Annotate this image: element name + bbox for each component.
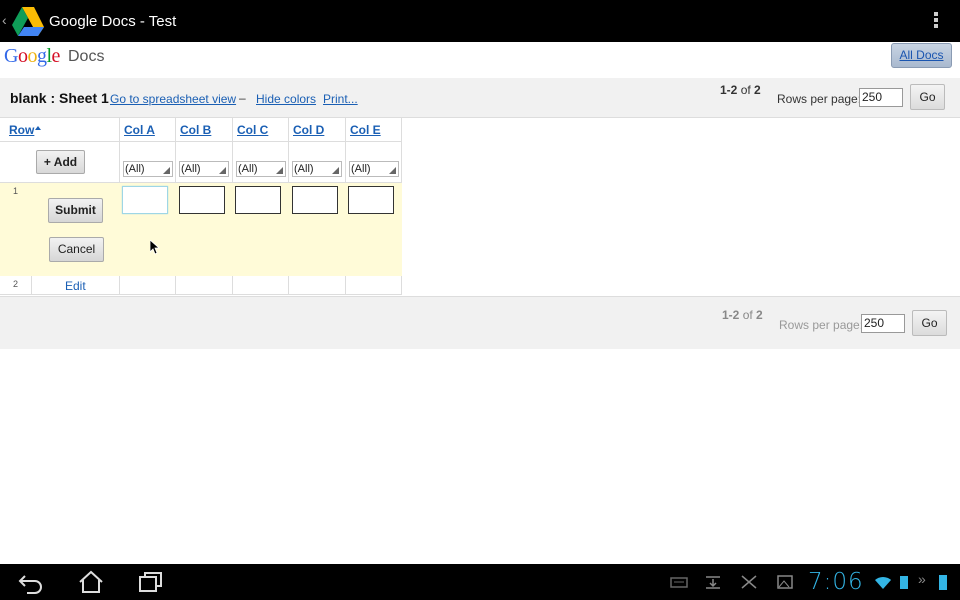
filter-cell-b: (All)	[176, 142, 233, 183]
filter-value-d: (All)	[294, 163, 314, 175]
column-header-b: Col B	[176, 118, 233, 142]
rows-per-page-input[interactable]: 250	[861, 314, 905, 333]
go-button[interactable]: Go	[910, 84, 945, 110]
pager-range: 1-2	[722, 308, 740, 322]
spreadsheet-view-link[interactable]: Go to spreadsheet view	[110, 92, 236, 106]
sheet-title: blank : Sheet 1	[10, 90, 109, 106]
pager-count: 1-2 of 2	[720, 83, 761, 97]
submit-button[interactable]: Submit	[48, 198, 103, 223]
pager-total: 2	[754, 83, 761, 97]
column-header-c: Col C	[233, 118, 289, 142]
col-e-link[interactable]: Col E	[350, 123, 381, 137]
sort-ascending-icon	[35, 126, 41, 130]
google-logo: Google	[4, 45, 60, 67]
table-row: 2 Edit	[0, 276, 402, 295]
cell-d	[289, 276, 346, 295]
filter-select-c[interactable]: (All)	[236, 161, 286, 177]
recent-apps-icon[interactable]	[137, 570, 165, 594]
row-header-cell: Row	[0, 118, 120, 142]
cell-b	[176, 276, 233, 295]
pager-total: 2	[756, 308, 763, 322]
cell-a	[120, 276, 176, 295]
all-docs-label[interactable]: All Docs	[899, 48, 943, 62]
rows-per-page-label: Rows per page:	[779, 318, 864, 332]
column-header-a: Col A	[120, 118, 176, 142]
filter-select-e[interactable]: (All)	[349, 161, 399, 177]
action-bar: ‹ Google Docs - Test	[0, 0, 960, 42]
col-c-input[interactable]	[235, 186, 281, 214]
dropdown-triangle-icon	[219, 167, 226, 174]
battery-charging-icon	[900, 576, 908, 589]
rows-per-page-label: Rows per page:	[777, 92, 862, 106]
filter-select-a[interactable]: (All)	[123, 161, 173, 177]
filter-value-e: (All)	[351, 163, 371, 175]
go-button[interactable]: Go	[912, 310, 947, 336]
edit-link[interactable]: Edit	[65, 279, 86, 293]
edit-cell: Edit	[32, 276, 120, 295]
home-icon[interactable]	[77, 570, 105, 594]
back-caret-icon[interactable]: ‹	[2, 12, 7, 28]
column-header-e: Col E	[346, 118, 402, 142]
filter-cell-d: (All)	[289, 142, 346, 183]
print-link[interactable]: Print...	[323, 92, 358, 106]
sheet-toolbar: blank : Sheet 1 Go to spreadsheet view –…	[0, 78, 960, 118]
google-drive-icon[interactable]	[11, 5, 45, 37]
keyboard-icon	[670, 577, 688, 588]
hide-colors-link[interactable]: Hide colors	[256, 92, 316, 106]
pager-of: of	[742, 308, 753, 322]
filter-value-b: (All)	[181, 163, 201, 175]
docs-header: Google Docs All Docs	[0, 42, 960, 78]
dropdown-triangle-icon	[276, 167, 283, 174]
row-sort-link[interactable]: Row	[9, 123, 34, 137]
dropdown-triangle-icon	[332, 167, 339, 174]
pager-count: 1-2 of 2	[722, 308, 763, 322]
col-a-input[interactable]	[122, 186, 168, 214]
pager-range: 1-2	[720, 83, 738, 97]
bottom-pager: 1-2 of 2 Rows per page: 250 Go	[0, 296, 960, 349]
docs-logo-text: Docs	[68, 48, 105, 65]
image-icon	[777, 575, 793, 589]
col-a-link[interactable]: Col A	[124, 123, 155, 137]
all-docs-button[interactable]: All Docs	[891, 43, 952, 68]
col-d-link[interactable]: Col D	[293, 123, 324, 137]
pager-of: of	[740, 83, 751, 97]
col-b-link[interactable]: Col B	[180, 123, 211, 137]
dropdown-triangle-icon	[163, 167, 170, 174]
filter-cell-a: (All)	[120, 142, 176, 183]
filter-select-b[interactable]: (All)	[179, 161, 229, 177]
battery-icon	[939, 575, 947, 590]
app-title: Google Docs - Test	[49, 13, 177, 30]
download-icon	[706, 576, 720, 589]
col-b-input[interactable]	[179, 186, 225, 214]
usb-debug-icon	[741, 575, 757, 589]
editing-row: 1 Submit Cancel	[0, 183, 402, 276]
dropdown-triangle-icon	[389, 167, 396, 174]
system-bar: 7:06 »	[0, 564, 960, 600]
filter-select-d[interactable]: (All)	[292, 161, 342, 177]
column-header-d: Col D	[289, 118, 346, 142]
wifi-icon	[875, 576, 891, 589]
cancel-button[interactable]: Cancel	[49, 237, 104, 262]
cell-e	[346, 276, 402, 295]
filter-value-a: (All)	[125, 163, 145, 175]
separator-dash: –	[239, 91, 246, 105]
back-icon[interactable]	[17, 570, 45, 594]
overflow-menu-icon[interactable]	[930, 11, 942, 31]
row-number-cell: 2	[0, 276, 32, 295]
add-row-button[interactable]: + Add	[36, 150, 85, 174]
filter-cell-e: (All)	[346, 142, 402, 183]
col-d-input[interactable]	[292, 186, 338, 214]
cell-c	[233, 276, 289, 295]
row-number: 2	[13, 279, 19, 289]
mouse-cursor-icon	[150, 240, 160, 255]
col-e-input[interactable]	[348, 186, 394, 214]
col-c-link[interactable]: Col C	[237, 123, 268, 137]
clock: 7:06	[808, 569, 864, 595]
filter-cell-c: (All)	[233, 142, 289, 183]
filter-value-c: (All)	[238, 163, 258, 175]
add-cell: + Add	[0, 142, 120, 183]
row-number: 1	[13, 186, 19, 196]
rows-per-page-input[interactable]: 250	[859, 88, 903, 107]
